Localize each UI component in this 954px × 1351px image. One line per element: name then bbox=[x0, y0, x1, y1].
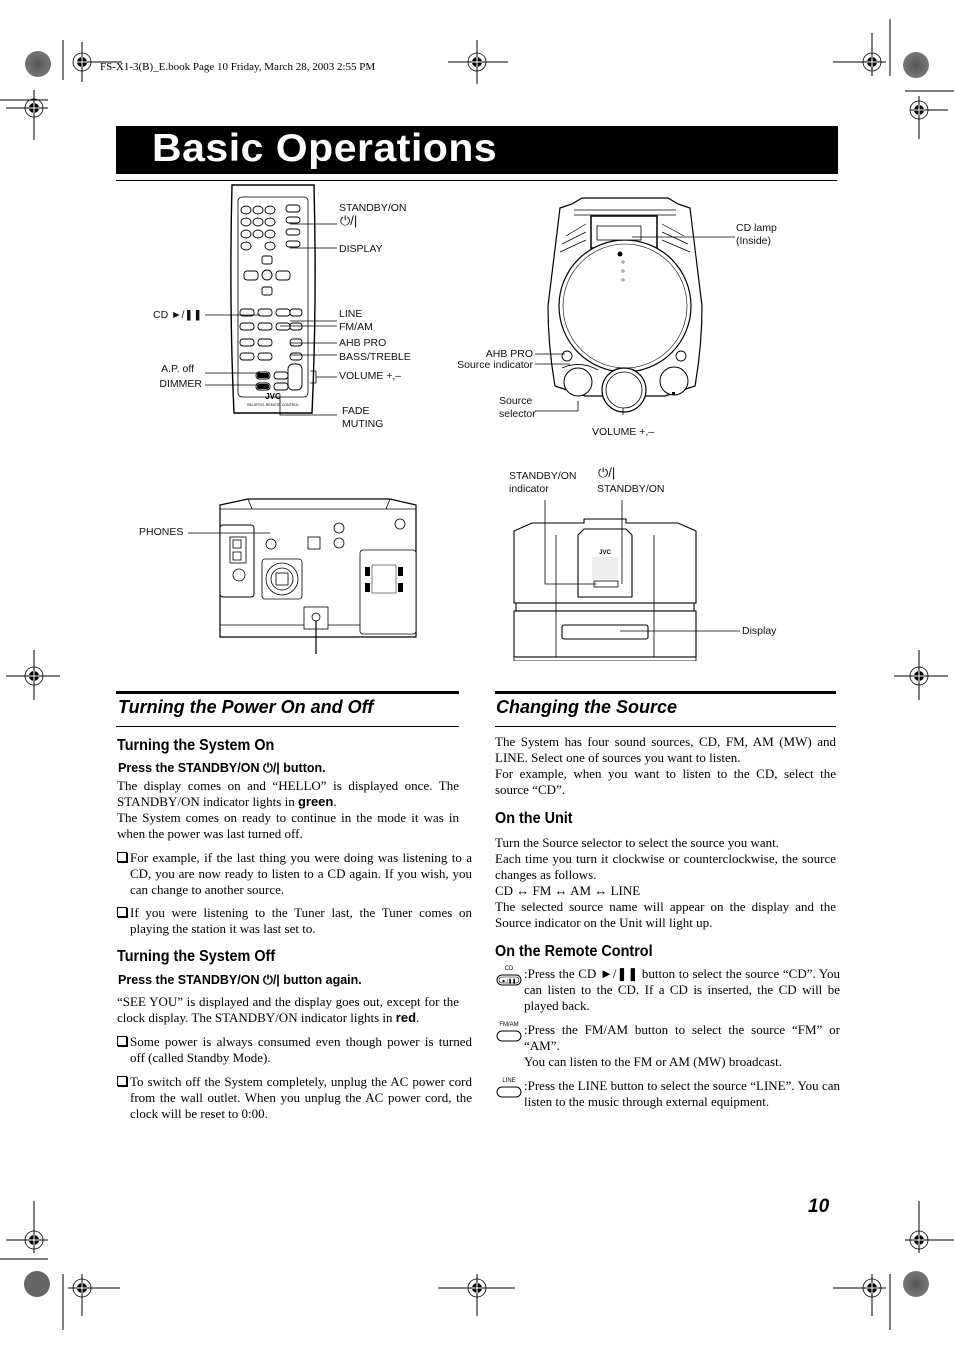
title-bar: Basic Operations bbox=[116, 126, 838, 174]
instruction-press-standby: Press the STANDBY/ON ⏻/| button. bbox=[118, 761, 326, 775]
instruction-press-standby-again: Press the STANDBY/ON ⏻/| button again. bbox=[118, 973, 362, 987]
registration-mark-icon bbox=[68, 1274, 120, 1316]
line-button-icon: LINE bbox=[496, 1078, 522, 1103]
section-title-source: Changing the Source bbox=[496, 697, 678, 717]
registration-mark-icon bbox=[894, 650, 948, 700]
label-dimmer: DIMMER bbox=[159, 378, 202, 390]
section-rule bbox=[495, 726, 836, 727]
print-header: FS-X1-3(B)_E.book Page 10 Friday, March … bbox=[100, 61, 376, 73]
label-fm-am: FM/AM bbox=[339, 321, 373, 333]
label-standby-indicator: STANDBY/ON bbox=[509, 470, 577, 482]
cd-button-icon: CD ►/❚❚ bbox=[496, 966, 522, 991]
section-title-power: Turning the Power On and Off bbox=[118, 697, 374, 717]
fm-am-button-icon: FM/AM bbox=[496, 1022, 522, 1047]
section-rule bbox=[116, 691, 459, 694]
paragraph-system-off: “SEE YOU” is displayed and the display g… bbox=[117, 994, 459, 1025]
bullet-item: For example, if the last thing you were … bbox=[117, 850, 472, 898]
label-bass-treble: BASS/TREBLE bbox=[339, 351, 411, 363]
checkbox-bullet-icon bbox=[117, 852, 127, 862]
label-line: LINE bbox=[339, 308, 363, 320]
paragraph-on-the-unit: Turn the Source selector to select the s… bbox=[495, 835, 836, 930]
color-target-icon bbox=[903, 52, 929, 78]
paragraph-source-intro: The System has four sound sources, CD, F… bbox=[495, 734, 836, 797]
svg-text:►/❚❚: ►/❚❚ bbox=[502, 979, 517, 985]
color-target-icon bbox=[25, 51, 51, 77]
unit-back-leader-line bbox=[188, 532, 270, 534]
label-muting: MUTING bbox=[342, 418, 384, 430]
heading-system-off: Turning the System Off bbox=[117, 948, 276, 965]
remote-leader-lines bbox=[205, 223, 337, 416]
heading-on-the-remote: On the Remote Control bbox=[495, 943, 653, 960]
source-sequence: CD ↔ FM ↔ AM ↔ LINE bbox=[495, 883, 641, 898]
indicator-color-red: red bbox=[395, 1010, 417, 1025]
label-cd-lamp-inside: (Inside) bbox=[736, 235, 772, 247]
label-volume: VOLUME +,– bbox=[339, 370, 402, 382]
registration-mark-icon bbox=[6, 650, 60, 700]
label-ap-off: A.P. off bbox=[161, 363, 194, 375]
label-source-selector-2: selector bbox=[499, 408, 536, 420]
color-target-icon bbox=[24, 1271, 50, 1297]
label-fade: FADE bbox=[342, 405, 370, 417]
section-rule bbox=[116, 726, 459, 727]
checkbox-bullet-icon bbox=[117, 1036, 127, 1046]
registration-mark-icon bbox=[833, 33, 886, 76]
label-ahb-pro: AHB PRO bbox=[339, 337, 387, 349]
page-number: 10 bbox=[808, 1196, 830, 1217]
checkbox-bullet-icon bbox=[117, 1076, 127, 1086]
paragraph-system-on: The display comes on and “HELLO” is disp… bbox=[117, 778, 459, 841]
registration-mark-icon bbox=[905, 1201, 954, 1253]
registration-mark-icon bbox=[448, 40, 508, 84]
remote-item-cd: CD ►/❚❚ :Press the CD ►/❚❚ button to sel… bbox=[496, 966, 840, 1014]
checkbox-bullet-icon bbox=[117, 907, 127, 917]
label-cd-lamp: CD lamp bbox=[736, 222, 777, 234]
page-title: Basic Operations bbox=[152, 127, 498, 170]
label-source-selector: Source bbox=[499, 395, 533, 407]
registration-mark-icon bbox=[909, 96, 948, 139]
crop-marks bbox=[0, 19, 954, 1330]
label-front-standby-symbol: ⏻/| bbox=[598, 465, 616, 480]
heading-system-on: Turning the System On bbox=[117, 737, 275, 754]
bullet-item: Some power is always consumed even thoug… bbox=[117, 1034, 472, 1066]
bullet-item: To switch off the System completely, unp… bbox=[117, 1074, 472, 1122]
heading-on-the-unit: On the Unit bbox=[495, 810, 573, 827]
label-display: DISPLAY bbox=[339, 243, 383, 255]
label-unit-volume: VOLUME +,– bbox=[592, 426, 655, 438]
registration-mark-icon bbox=[438, 1274, 515, 1316]
label-display-window: Display bbox=[742, 625, 777, 637]
label-front-standby-button: STANDBY/ON bbox=[597, 483, 665, 495]
unit-top-leader-lines bbox=[535, 236, 735, 415]
registration-mark-icon bbox=[6, 1201, 48, 1253]
color-target-icon bbox=[903, 1271, 929, 1297]
title-divider bbox=[116, 180, 837, 181]
registration-mark-icon bbox=[6, 90, 48, 140]
section-rule bbox=[495, 691, 836, 694]
bullet-item: If you were listening to the Tuner last,… bbox=[117, 905, 472, 937]
label-source-indicator: Source indicator bbox=[457, 359, 533, 371]
label-standby-indicator-2: indicator bbox=[509, 483, 549, 495]
remote-item-line: LINE :Press the LINE button to select th… bbox=[496, 1078, 840, 1110]
label-phones: PHONES bbox=[139, 526, 184, 538]
registration-mark-icon bbox=[833, 1274, 886, 1316]
remote-item-fm-am: FM/AM :Press the FM/AM button to select … bbox=[496, 1022, 840, 1070]
label-cd-play-pause: CD ►/❚❚ bbox=[153, 309, 202, 321]
indicator-color-green: green bbox=[297, 794, 334, 809]
unit-front-leader-lines bbox=[544, 500, 740, 632]
unit-back-illustration bbox=[219, 498, 417, 654]
label-standby-symbol: ⏻/| bbox=[340, 213, 358, 228]
